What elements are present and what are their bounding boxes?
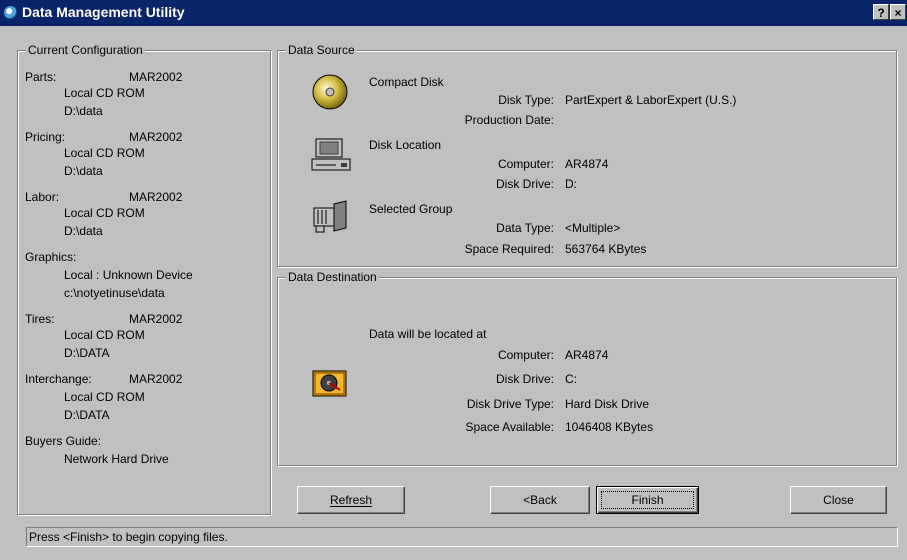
status-bar: Press <Finish> to begin copying files. [26,527,898,547]
graphics-location: Local : Unknown Device [64,268,193,282]
space-required-value: 563764 KBytes [565,242,647,256]
destination-computer-value: AR4874 [565,348,609,362]
labor-date: MAR2002 [129,190,183,204]
interchange-location: Local CD ROM [64,390,145,404]
destination-heading: Data will be located at [369,327,487,341]
window-title: Data Management Utility [22,4,185,20]
tires-path: D:\DATA [64,346,110,360]
disk-type-value: PartExpert & LaborExpert (U.S.) [565,93,737,107]
parts-date: MAR2002 [129,70,183,84]
close-button[interactable]: Close [790,486,887,514]
space-available-label: Space Available: [465,420,554,434]
close-window-button[interactable]: × [890,4,906,20]
help-button[interactable]: ? [873,4,889,20]
app-icon [4,6,17,19]
pricing-location: Local CD ROM [64,146,145,160]
dialog-window: Data Management Utility ? × Current Conf… [0,0,907,560]
disk-drive-type-label: Disk Drive Type: [466,397,554,411]
destination-disk-drive-label: Disk Drive: [495,372,554,386]
data-source-title: Data Source [286,43,357,57]
production-date-label: Production Date: [464,113,554,127]
source-computer-value: AR4874 [565,157,609,171]
compact-disk-icon [312,74,348,110]
space-available-value: 1046408 KBytes [565,420,654,434]
disk-location-heading: Disk Location [369,138,442,152]
interchange-path: D:\DATA [64,408,110,422]
selected-group-heading: Selected Group [369,202,453,216]
hard-disk-icon [312,370,347,397]
status-text: Press <Finish> to begin copying files. [29,530,228,544]
compact-disk-heading: Compact Disk [369,75,444,89]
data-destination-group: Data Destination [277,270,897,466]
finish-button[interactable]: Finish [596,486,699,514]
buyers-guide-location: Network Hard Drive [64,452,169,466]
disk-drive-type-value: Hard Disk Drive [565,397,650,411]
finish-button-label: Finish [631,493,664,507]
tires-date: MAR2002 [129,312,183,326]
data-type-value: <Multiple> [565,221,621,235]
disk-type-label: Disk Type: [498,93,554,107]
tires-location: Local CD ROM [64,328,145,342]
labor-label: Labor: [25,190,60,204]
close-button-label: Close [823,493,854,507]
parts-location: Local CD ROM [64,86,145,100]
title-bar[interactable]: Data Management Utility ? × [0,0,907,26]
tires-label: Tires: [25,312,55,326]
graphics-path: c:\notyetinuse\data [64,286,165,300]
pricing-path: D:\data [64,164,103,178]
buyers-guide-label: Buyers Guide: [25,434,102,448]
labor-location: Local CD ROM [64,206,145,220]
selected-group-icon [313,200,347,233]
destination-disk-drive-value: C: [565,372,577,386]
source-computer-label: Computer: [497,157,554,171]
parts-label: Parts: [25,70,57,84]
pricing-date: MAR2002 [129,130,183,144]
data-type-label: Data Type: [496,221,554,235]
refresh-button[interactable]: Refresh [297,486,405,514]
interchange-label: Interchange: [25,372,92,386]
destination-computer-label: Computer: [497,348,554,362]
pricing-label: Pricing: [25,130,66,144]
computer-icon [311,138,351,171]
current-configuration-title: Current Configuration [26,43,145,57]
source-disk-drive-value: D: [565,177,577,191]
space-required-label: Space Required: [464,242,554,256]
labor-path: D:\data [64,224,103,238]
graphics-label: Graphics: [25,250,77,264]
data-destination-title: Data Destination [286,270,379,284]
parts-path: D:\data [64,104,103,118]
refresh-button-label: Refresh [329,493,373,507]
interchange-date: MAR2002 [129,372,183,386]
back-button[interactable]: <Back [490,486,590,514]
source-disk-drive-label: Disk Drive: [495,177,554,191]
back-button-label: <Back [523,493,557,507]
